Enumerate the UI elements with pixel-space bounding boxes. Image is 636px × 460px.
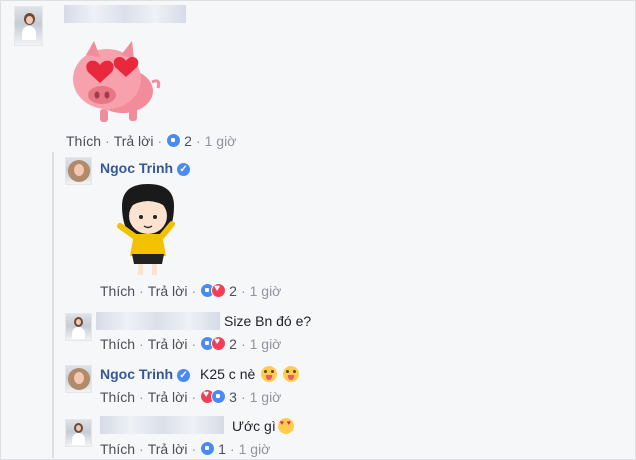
reply-button[interactable]: Trả lời	[148, 441, 188, 457]
avatar[interactable]	[65, 365, 92, 393]
reactions-summary[interactable]: 2	[200, 336, 237, 352]
reactions-summary[interactable]: 2	[166, 133, 192, 149]
comment-text: Ước gì	[232, 418, 294, 434]
avatar[interactable]	[65, 419, 92, 447]
comment-actions: Thích·Trả lời·2·1 giờ	[100, 336, 281, 352]
verified-badge-icon: ✓	[177, 369, 191, 382]
reactions-summary[interactable]: 1	[200, 441, 226, 457]
like-button[interactable]: Thích	[66, 133, 101, 149]
timestamp[interactable]: 1 giờ	[250, 389, 282, 405]
author-name[interactable]: Ngoc Trinh ✓	[100, 160, 191, 176]
like-reaction-icon	[211, 389, 227, 404]
timestamp[interactable]: 1 giờ	[239, 441, 271, 457]
comment-text: K25 c nè	[200, 366, 300, 382]
girl-cartoon-sticker	[108, 182, 184, 278]
timestamp[interactable]: 1 giờ	[250, 336, 282, 352]
pig-heart-eyes-sticker	[66, 27, 166, 127]
timestamp[interactable]: 1 giờ	[250, 283, 282, 299]
reactions-summary[interactable]: 2	[200, 283, 237, 299]
love-reaction-icon	[211, 336, 227, 351]
verified-badge-icon: ✓	[177, 163, 191, 176]
heart-eyes-emoji-icon	[277, 418, 294, 434]
reactions-summary[interactable]: 3	[200, 389, 237, 405]
like-button[interactable]: Thích	[100, 441, 135, 457]
avatar[interactable]	[14, 6, 43, 46]
like-button[interactable]: Thích	[100, 283, 135, 299]
avatar[interactable]	[65, 157, 92, 185]
reply-thread-line	[52, 152, 54, 458]
comment-text: Size Bn đó e?	[224, 313, 312, 329]
like-reaction-icon	[200, 441, 216, 456]
blurred-author-name	[64, 5, 186, 23]
reply-button[interactable]: Trả lời	[148, 336, 188, 352]
blurred-author-name	[96, 312, 220, 330]
comment-actions: Thích · Trả lời · 1 · 1 giờ	[100, 441, 271, 457]
like-button[interactable]: Thích	[100, 389, 135, 405]
comment-actions: Thích·Trả lời·2·1 giờ	[66, 133, 237, 149]
blurred-author-name	[100, 416, 224, 434]
love-reaction-icon	[211, 283, 227, 298]
avatar[interactable]	[65, 313, 92, 341]
tongue-emoji-icon	[261, 366, 278, 382]
like-reaction-icon	[166, 133, 182, 148]
timestamp[interactable]: 1 giờ	[205, 133, 237, 149]
comment-actions: Thích·Trả lời·3·1 giờ	[100, 389, 281, 405]
comment-actions: Thích·Trả lời·2·1 giờ	[100, 283, 281, 299]
tongue-emoji-icon	[283, 366, 300, 382]
reply-button[interactable]: Trả lời	[114, 133, 154, 149]
author-name[interactable]: Ngoc Trinh ✓	[100, 366, 191, 382]
reply-button[interactable]: Trả lời	[148, 283, 188, 299]
reply-button[interactable]: Trả lời	[148, 389, 188, 405]
like-button[interactable]: Thích	[100, 336, 135, 352]
